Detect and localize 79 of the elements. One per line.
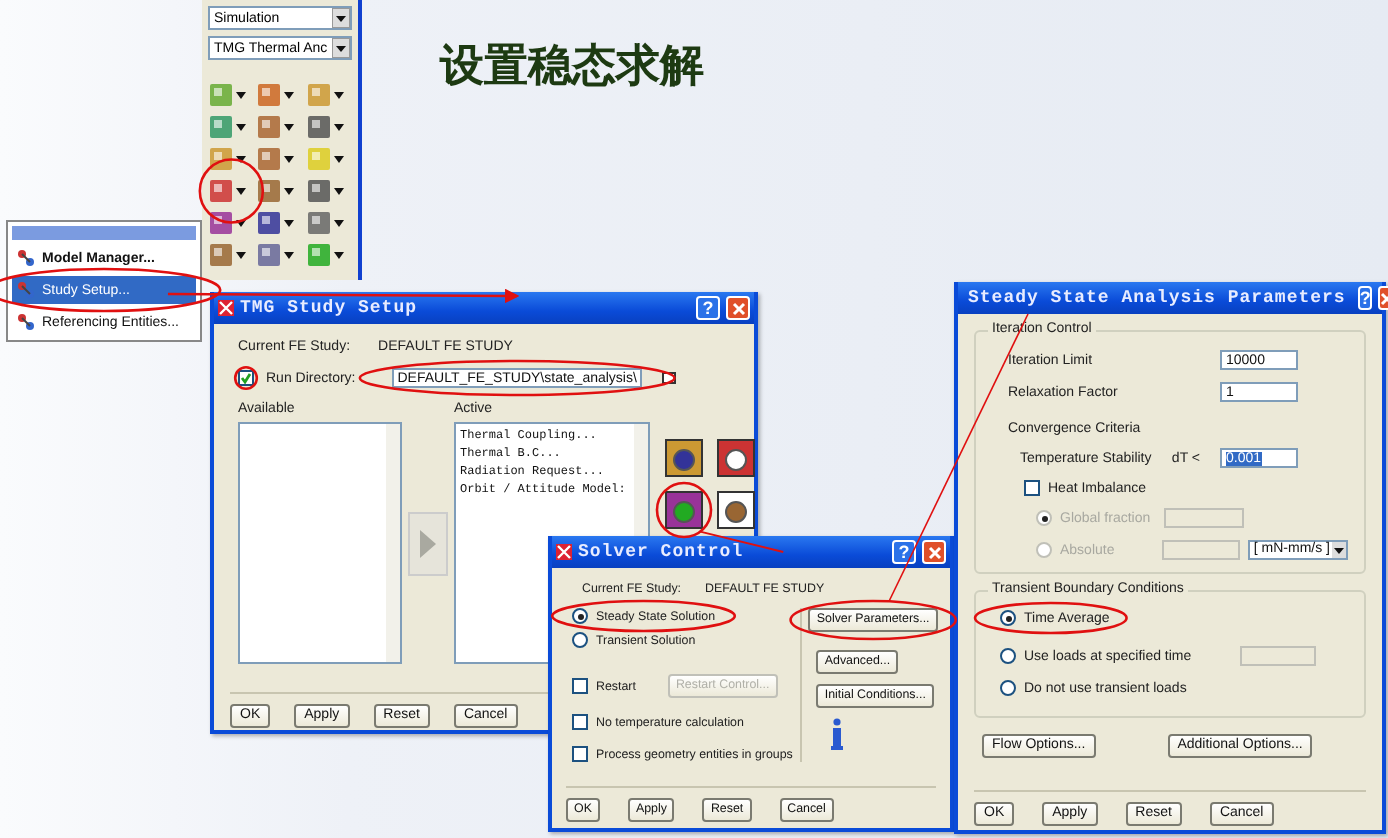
- caret-icon: [284, 91, 295, 99]
- radio-button[interactable]: [572, 608, 588, 624]
- window-title: Solver Control: [578, 542, 744, 562]
- help-button[interactable]: ?: [892, 540, 916, 564]
- help-button[interactable]: ?: [696, 296, 720, 320]
- app-icon: [556, 544, 572, 560]
- caret-icon: [333, 187, 344, 195]
- app-icon: [218, 300, 234, 316]
- tool-button[interactable]: [664, 438, 704, 478]
- tool-icon: [208, 178, 234, 204]
- caret-icon: [333, 219, 344, 227]
- checkbox[interactable]: [572, 678, 588, 694]
- tool-icon: [716, 438, 756, 478]
- arrow-right-icon: [420, 529, 436, 557]
- browse-icon: [662, 372, 677, 384]
- caret-icon: [236, 123, 246, 131]
- tool-icon: [256, 210, 283, 236]
- radio-button[interactable]: [1000, 610, 1016, 626]
- tool-icon: [664, 438, 704, 478]
- tool-button[interactable]: [716, 490, 756, 530]
- annotation-ellipse: [198, 158, 265, 224]
- checkbox[interactable]: [1024, 480, 1040, 496]
- tool-icon: [664, 490, 704, 530]
- caret-icon: [284, 251, 295, 259]
- caret-icon: [236, 219, 246, 227]
- caret-icon: [333, 251, 344, 259]
- tool-icon: [208, 82, 234, 108]
- window-title: TMG Study Setup: [240, 298, 418, 318]
- checkbox[interactable]: [238, 370, 254, 386]
- dropdown-arrow-icon: [1332, 542, 1346, 558]
- annotation-ellipse: [233, 365, 259, 391]
- caret-icon: [284, 123, 295, 131]
- dropdown-arrow-icon: [332, 8, 350, 28]
- menu-item-icon: [16, 248, 36, 268]
- tool-icon: [256, 146, 283, 172]
- close-icon: [927, 545, 941, 559]
- caret-icon: [284, 219, 295, 227]
- tool-button[interactable]: [716, 438, 756, 478]
- caret-icon: [333, 155, 344, 163]
- caret-icon: [284, 187, 295, 195]
- annotation-ellipse: [655, 481, 713, 539]
- menu-item-icon: [16, 312, 36, 332]
- caret-icon: [236, 155, 246, 163]
- tool-icon: [305, 178, 332, 204]
- info-icon: [828, 718, 847, 750]
- tool-icon: [256, 114, 283, 140]
- menu-item-icon: [16, 280, 36, 300]
- checkbox[interactable]: [572, 714, 588, 730]
- caret-icon: [333, 123, 344, 131]
- window-title: Steady State Analysis Parameters: [968, 288, 1346, 308]
- slide-title: 设置稳态求解: [440, 38, 704, 96]
- radio-button[interactable]: [572, 632, 588, 648]
- caret-icon: [284, 155, 295, 163]
- tool-icon: [208, 242, 234, 268]
- close-button[interactable]: [726, 296, 750, 320]
- tool-icon: [208, 114, 234, 140]
- input-field[interactable]: [1240, 646, 1316, 666]
- help-button[interactable]: ?: [1357, 286, 1373, 310]
- radio-button[interactable]: [1000, 648, 1016, 664]
- tool-icon: [256, 82, 283, 108]
- close-button[interactable]: [922, 540, 946, 564]
- tool-icon: [305, 82, 332, 108]
- tool-icon: [305, 146, 332, 172]
- tool-icon: [256, 242, 283, 268]
- input-field[interactable]: [1164, 508, 1244, 528]
- radio-button[interactable]: [1000, 680, 1016, 696]
- tool-icon: [305, 114, 332, 140]
- close-icon: [731, 301, 745, 315]
- caret-icon: [333, 91, 344, 99]
- tool-icon: [716, 490, 756, 530]
- tool-icon: [305, 210, 332, 236]
- caret-icon: [236, 251, 246, 259]
- tool-icon: [305, 242, 332, 268]
- tool-button[interactable]: [664, 490, 704, 530]
- caret-icon: [236, 91, 246, 99]
- caret-icon: [236, 187, 246, 195]
- checkbox[interactable]: [572, 746, 588, 762]
- input-field[interactable]: [1161, 540, 1240, 560]
- dropdown-arrow-icon: [332, 38, 350, 58]
